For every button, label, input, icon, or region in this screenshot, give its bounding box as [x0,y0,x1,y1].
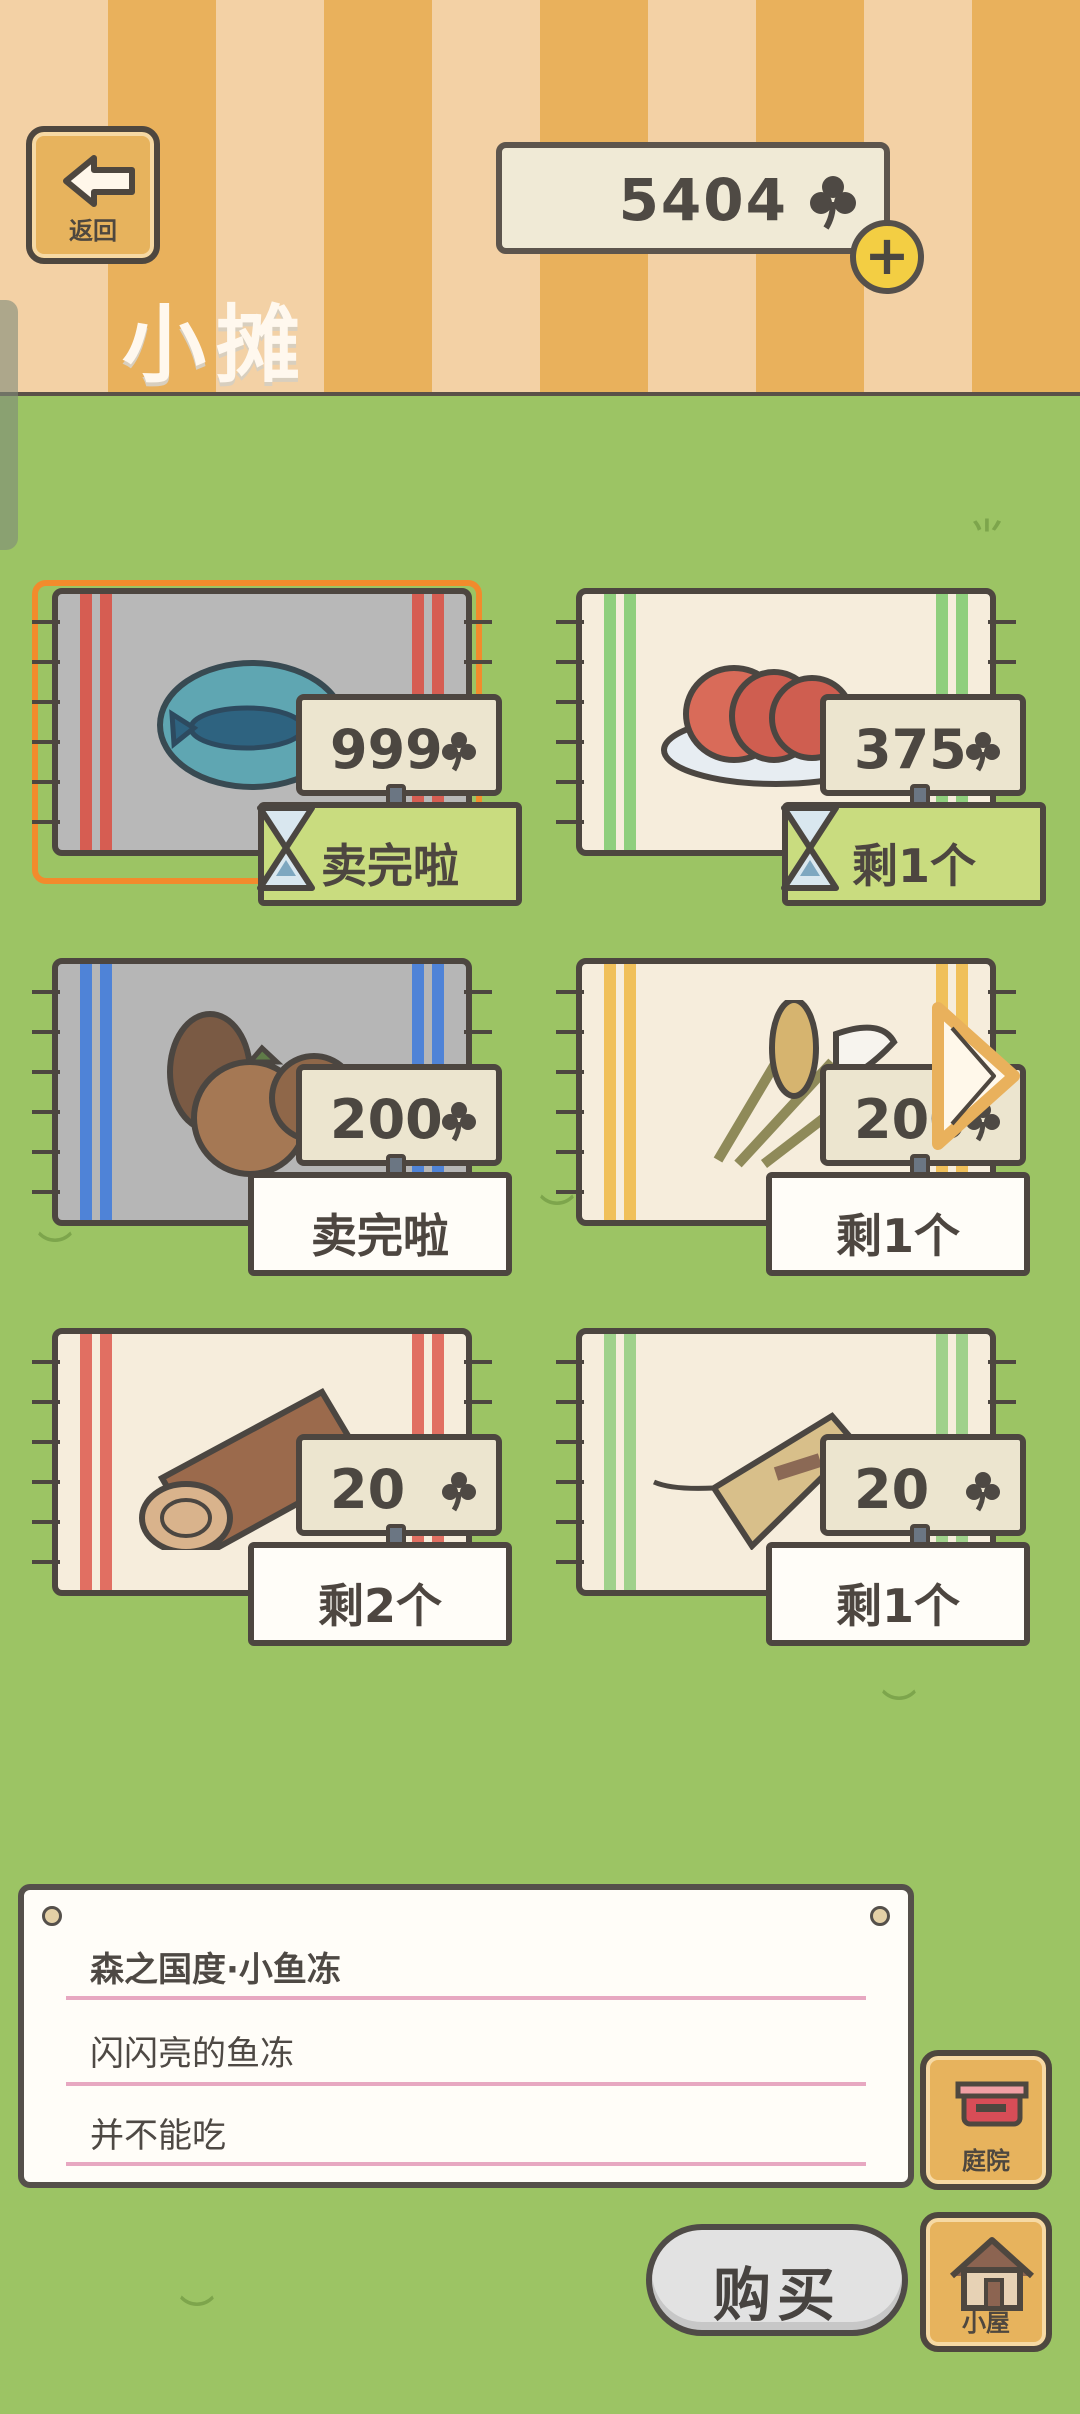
shop-item[interactable]: 20 剩2个 [32,1328,512,1648]
shop-item[interactable]: 375 剩1个 [556,588,1046,908]
back-button[interactable]: 返回 [26,126,160,264]
item-name: 森之国度·小鱼冻 [90,1950,341,1990]
ruled-line [66,2082,866,2086]
item-price: 375 [854,718,967,781]
stock-text: 卖完啦 [311,1209,449,1263]
ruled-line [66,1996,866,2000]
pin-dot [42,1906,62,1926]
back-label: 返回 [69,217,117,245]
coin-balance-panel: 5404 [496,142,890,254]
item-price: 20 [330,1458,406,1521]
clover-icon [810,176,856,230]
clover-icon [442,732,476,772]
item-description-line: 并不能吃 [90,2116,226,2156]
house-button[interactable]: 小屋 [920,2212,1052,2352]
grass-decoration: ⺌ [970,516,1004,556]
price-tag: 375 [820,694,1026,796]
edge-handle[interactable] [0,300,18,550]
grass-decoration: ︶ [180,2294,214,2334]
item-price: 999 [330,718,443,781]
stock-status: 剩1个 [766,1542,1030,1646]
chevron-right-icon[interactable] [930,1000,1022,1152]
item-description-panel: 森之国度·小鱼冻 闪闪亮的鱼冻 并不能吃 [18,1884,914,2188]
add-coins-button[interactable]: + [850,220,924,294]
garden-button[interactable]: 庭院 [920,2050,1052,2190]
buy-button[interactable]: 购买 [646,2224,908,2336]
price-tag: 999 [296,694,502,796]
shop-item[interactable]: 999 卖完啦 [32,580,522,908]
stock-text: 剩2个 [317,1579,442,1633]
shop-item[interactable]: 200 卖完啦 [32,958,512,1278]
ruled-line [66,2162,866,2166]
coin-balance: 5404 [618,166,788,234]
price-tag: 200 [296,1064,502,1166]
item-price: 20 [854,1458,930,1521]
item-price: 200 [330,1088,443,1151]
back-arrow-icon [63,155,135,207]
stock-status: 剩2个 [248,1542,512,1646]
item-description-line: 闪闪亮的鱼冻 [90,2034,294,2074]
stock-text: 剩1个 [835,1209,960,1263]
stock-status: 卖完啦 [248,1172,512,1276]
hourglass-icon [257,805,315,891]
stock-status: 剩1个 [766,1172,1030,1276]
price-tag: 20 [296,1434,502,1536]
plus-icon: + [864,224,910,287]
pin-dot [870,1906,890,1926]
clover-icon [442,1472,476,1512]
price-tag: 20 [820,1434,1026,1536]
clover-icon [966,732,1000,772]
page-title: 小摊 [122,296,311,394]
stock-text: 剩1个 [835,1579,960,1633]
clover-icon [442,1102,476,1142]
clover-icon [966,1472,1000,1512]
hourglass-icon [781,805,839,891]
shop-item[interactable]: 20 剩1个 [556,1328,1036,1648]
grass-decoration: ︶ [882,1688,916,1728]
